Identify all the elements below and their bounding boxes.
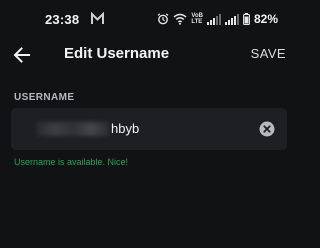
availability-message: Username is available. Nice!	[14, 157, 129, 167]
redacted-username-blur	[37, 122, 109, 136]
app-bar: Edit Username SAVE	[0, 38, 300, 72]
battery-icon	[243, 13, 250, 25]
status-bar: 23:38 VoB LTE 82%	[0, 0, 300, 38]
save-button[interactable]: SAVE	[251, 46, 286, 61]
status-time: 23:38	[45, 12, 80, 27]
status-icons: VoB LTE 82%	[157, 11, 278, 27]
network-type-label: VoB LTE	[191, 13, 203, 25]
arrow-left-icon[interactable]	[12, 45, 32, 65]
page-title: Edit Username	[64, 45, 170, 62]
username-field-label: USERNAME	[14, 92, 75, 103]
signal-icon	[224, 13, 239, 25]
battery-percent: 82%	[253, 12, 278, 26]
signal-icon	[206, 13, 221, 25]
username-input[interactable]	[111, 121, 231, 136]
wifi-icon	[173, 13, 187, 25]
clear-circle-icon[interactable]	[259, 121, 275, 137]
username-input-container[interactable]	[11, 108, 287, 150]
alarm-icon	[157, 13, 169, 25]
m-notification-icon	[91, 12, 104, 24]
